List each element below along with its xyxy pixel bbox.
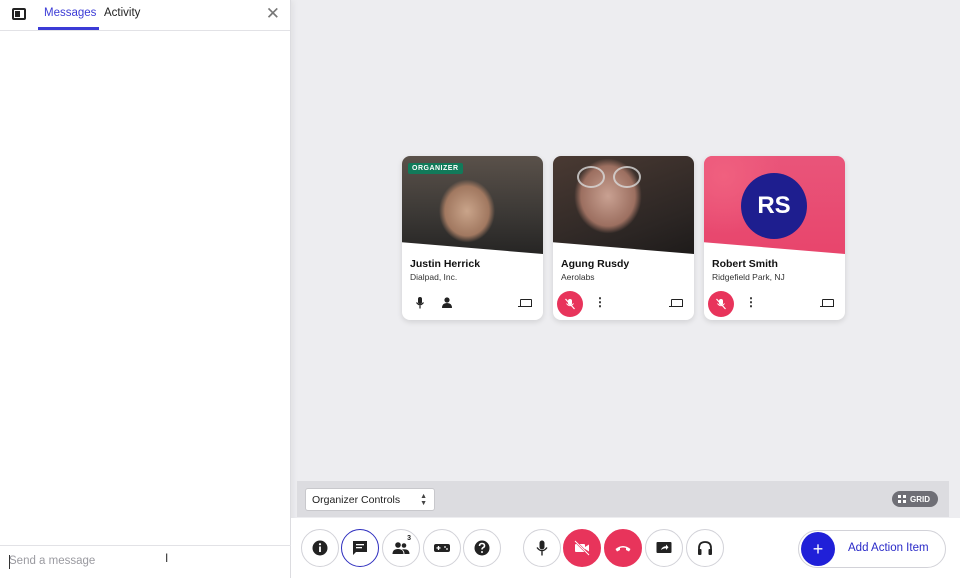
audio-settings-button[interactable] (686, 529, 724, 567)
person-icon (442, 297, 452, 308)
info-icon (312, 540, 328, 556)
message-composer: I (0, 545, 291, 578)
headphones-icon (698, 541, 712, 555)
participant-card[interactable]: ORGANIZER Justin Herrick Dialpad, Inc. (402, 156, 543, 320)
organizer-controls-select[interactable]: Organizer Controls ▲ ▼ (305, 488, 435, 511)
mic-off-icon (565, 298, 575, 310)
grid-icon (898, 495, 906, 503)
participant-name: Robert Smith (712, 258, 778, 270)
organizer-badge: ORGANIZER (408, 163, 463, 174)
more-options-icon[interactable]: ⋮ (594, 296, 606, 308)
share-screen-icon (656, 542, 672, 553)
info-button[interactable] (301, 529, 339, 567)
call-toolbar: 3 + Add Action Item (291, 518, 960, 578)
avatar: RS (741, 173, 807, 239)
chat-sidebar: Messages Activity ✕ I (0, 0, 291, 578)
chat-button[interactable] (341, 529, 379, 567)
add-action-item-button[interactable]: + Add Action Item (798, 530, 946, 568)
organizer-controls-bar: Organizer Controls ▲ ▼ GRID (297, 481, 949, 517)
tab-activity[interactable]: Activity (104, 7, 140, 19)
select-value: Organizer Controls (312, 494, 401, 506)
participant-subtitle: Dialpad, Inc. (410, 272, 458, 282)
mic-off-icon (716, 298, 726, 310)
microphone-icon (416, 297, 424, 309)
ibeam-cursor-icon: I (165, 551, 169, 565)
laptop-icon (518, 299, 532, 307)
gamepad-icon (434, 544, 450, 552)
message-input[interactable] (9, 555, 209, 567)
close-icon[interactable]: ✕ (266, 5, 280, 22)
participant-name: Agung Rusdy (561, 258, 630, 270)
participant-card[interactable]: Agung Rusdy Aerolabs ⋮ (553, 156, 694, 320)
grid-label: GRID (910, 494, 930, 504)
chat-icon (353, 541, 367, 555)
participant-name: Justin Herrick (410, 258, 481, 270)
grid-view-button[interactable]: GRID (892, 491, 938, 507)
share-screen-button[interactable] (645, 529, 683, 567)
active-tab-indicator (38, 27, 99, 30)
text-caret (9, 555, 10, 569)
participant-video (553, 156, 694, 254)
participants-count: 3 (407, 535, 411, 542)
muted-mic-button[interactable] (557, 291, 583, 317)
video-off-button[interactable] (563, 529, 601, 567)
participant-subtitle: Aerolabs (561, 272, 595, 282)
sidebar-header: Messages Activity ✕ (0, 0, 290, 31)
plus-icon: + (801, 532, 835, 566)
phone-hangup-icon (615, 546, 631, 552)
laptop-icon (669, 299, 683, 307)
add-action-item-label: Add Action Item (848, 542, 929, 554)
more-options-icon[interactable]: ⋮ (745, 296, 757, 308)
tab-messages[interactable]: Messages (44, 7, 96, 19)
games-button[interactable] (423, 529, 461, 567)
help-icon (474, 540, 490, 556)
hang-up-button[interactable] (604, 529, 642, 567)
select-arrows-icon: ▲ ▼ (420, 493, 427, 507)
panel-toggle-icon[interactable] (12, 8, 26, 20)
microphone-icon (536, 540, 548, 556)
help-button[interactable] (463, 529, 501, 567)
muted-mic-button[interactable] (708, 291, 734, 317)
video-off-icon (574, 540, 590, 556)
laptop-icon (820, 299, 834, 307)
participant-card[interactable]: RS Robert Smith Ridgefield Park, NJ ⋮ (704, 156, 845, 320)
microphone-button[interactable] (523, 529, 561, 567)
participant-subtitle: Ridgefield Park, NJ (712, 272, 785, 282)
participants-button[interactable]: 3 (382, 529, 420, 567)
